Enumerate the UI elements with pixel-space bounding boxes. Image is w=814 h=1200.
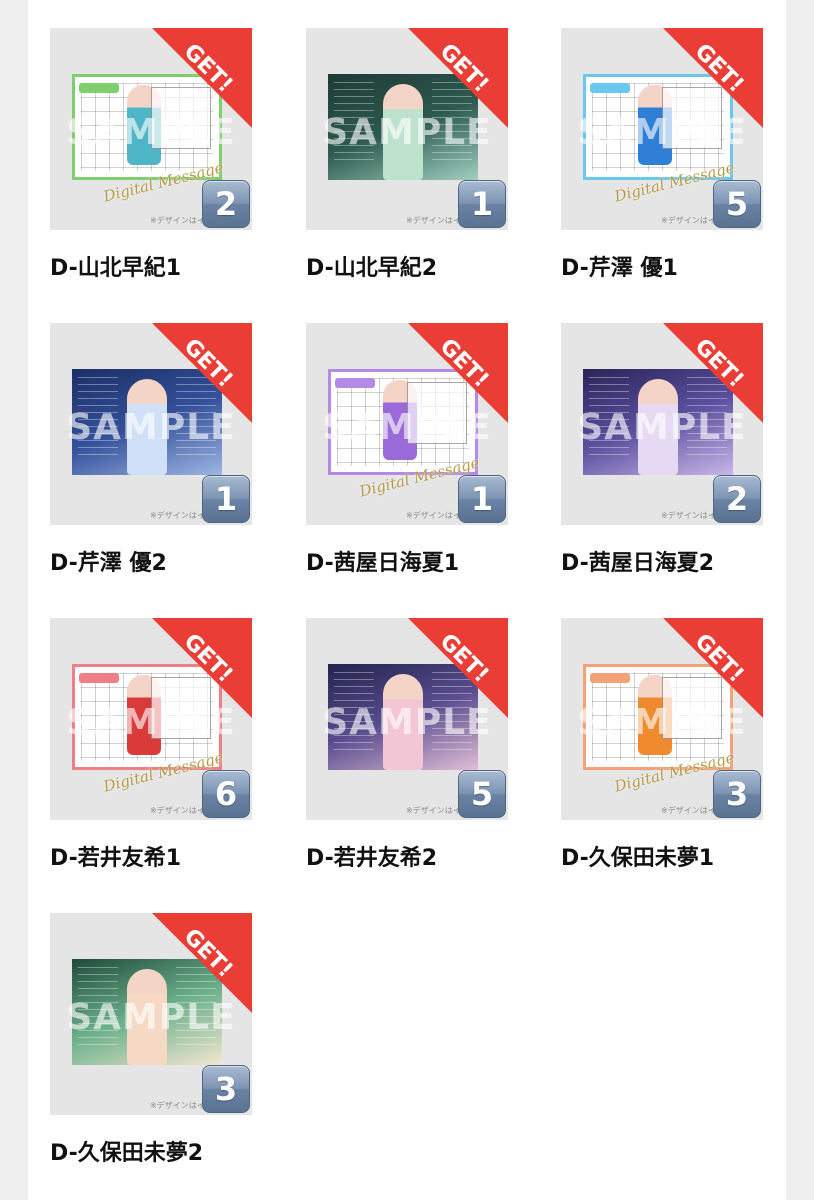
item-card[interactable]: SAMPLE ※デザインはイ GET! 3 D-久保田未夢2: [50, 913, 254, 1167]
item-title[interactable]: D-山北早紀2: [306, 250, 510, 282]
design-note: ※デザインはイ: [150, 806, 205, 815]
item-thumbnail[interactable]: SAMPLE ※デザインはイ GET! 1: [50, 323, 252, 525]
design-note: ※デザインはイ: [661, 806, 716, 815]
item-title[interactable]: D-若井友希2: [306, 840, 510, 872]
item-thumbnail[interactable]: SAMPLE ※デザインはイ GET! 2: [561, 323, 763, 525]
item-thumbnail[interactable]: Digital Message SAMPLE ※デザインはイ GET! 6: [50, 618, 252, 820]
nameplate: [79, 673, 119, 683]
count-badge: 5: [458, 770, 506, 818]
item-card[interactable]: Digital Message SAMPLE ※デザインはイ GET! 2 D-…: [50, 28, 254, 282]
item-thumbnail[interactable]: SAMPLE ※デザインはイ GET! 1: [306, 28, 508, 230]
item-title[interactable]: D-芹澤 優2: [50, 545, 254, 577]
design-note: ※デザインはイ: [150, 511, 205, 520]
count-badge: 1: [458, 475, 506, 523]
item-title[interactable]: D-芹澤 優1: [561, 250, 765, 282]
item-card[interactable]: SAMPLE ※デザインはイ GET! 2 D-茜屋日海夏2: [561, 323, 765, 577]
item-thumbnail[interactable]: Digital Message SAMPLE ※デザインはイ GET! 5: [561, 28, 763, 230]
count-badge: 5: [713, 180, 761, 228]
item-title[interactable]: D-若井友希1: [50, 840, 254, 872]
nameplate: [590, 673, 630, 683]
design-note: ※デザインはイ: [406, 216, 461, 225]
nameplate: [590, 83, 630, 93]
item-card[interactable]: Digital Message SAMPLE ※デザインはイ GET! 5 D-…: [561, 28, 765, 282]
design-note: ※デザインはイ: [661, 216, 716, 225]
count-badge: 2: [202, 180, 250, 228]
item-card[interactable]: Digital Message SAMPLE ※デザインはイ GET! 1 D-…: [306, 323, 510, 577]
design-note: ※デザインはイ: [150, 1101, 205, 1110]
item-card[interactable]: Digital Message SAMPLE ※デザインはイ GET! 3 D-…: [561, 618, 765, 872]
nameplate: [79, 83, 119, 93]
item-title[interactable]: D-山北早紀1: [50, 250, 254, 282]
item-thumbnail[interactable]: Digital Message SAMPLE ※デザインはイ GET! 1: [306, 323, 508, 525]
item-thumbnail[interactable]: SAMPLE ※デザインはイ GET! 5: [306, 618, 508, 820]
item-thumbnail[interactable]: Digital Message SAMPLE ※デザインはイ GET! 3: [561, 618, 763, 820]
design-note: ※デザインはイ: [406, 806, 461, 815]
count-badge: 1: [202, 475, 250, 523]
content-panel: Digital Message SAMPLE ※デザインはイ GET! 2 D-…: [28, 0, 786, 1200]
count-badge: 3: [713, 770, 761, 818]
item-title[interactable]: D-茜屋日海夏1: [306, 545, 510, 577]
count-badge: 2: [713, 475, 761, 523]
design-note: ※デザインはイ: [661, 511, 716, 520]
item-title[interactable]: D-茜屋日海夏2: [561, 545, 765, 577]
design-note: ※デザインはイ: [150, 216, 205, 225]
item-thumbnail[interactable]: SAMPLE ※デザインはイ GET! 3: [50, 913, 252, 1115]
item-title[interactable]: D-久保田未夢2: [50, 1135, 254, 1167]
count-badge: 6: [202, 770, 250, 818]
item-title[interactable]: D-久保田未夢1: [561, 840, 765, 872]
item-card[interactable]: SAMPLE ※デザインはイ GET! 1 D-山北早紀2: [306, 28, 510, 282]
item-thumbnail[interactable]: Digital Message SAMPLE ※デザインはイ GET! 2: [50, 28, 252, 230]
item-card[interactable]: SAMPLE ※デザインはイ GET! 5 D-若井友希2: [306, 618, 510, 872]
count-badge: 3: [202, 1065, 250, 1113]
design-note: ※デザインはイ: [406, 511, 461, 520]
item-card[interactable]: SAMPLE ※デザインはイ GET! 1 D-芹澤 優2: [50, 323, 254, 577]
count-badge: 1: [458, 180, 506, 228]
nameplate: [335, 378, 375, 388]
item-card[interactable]: Digital Message SAMPLE ※デザインはイ GET! 6 D-…: [50, 618, 254, 872]
